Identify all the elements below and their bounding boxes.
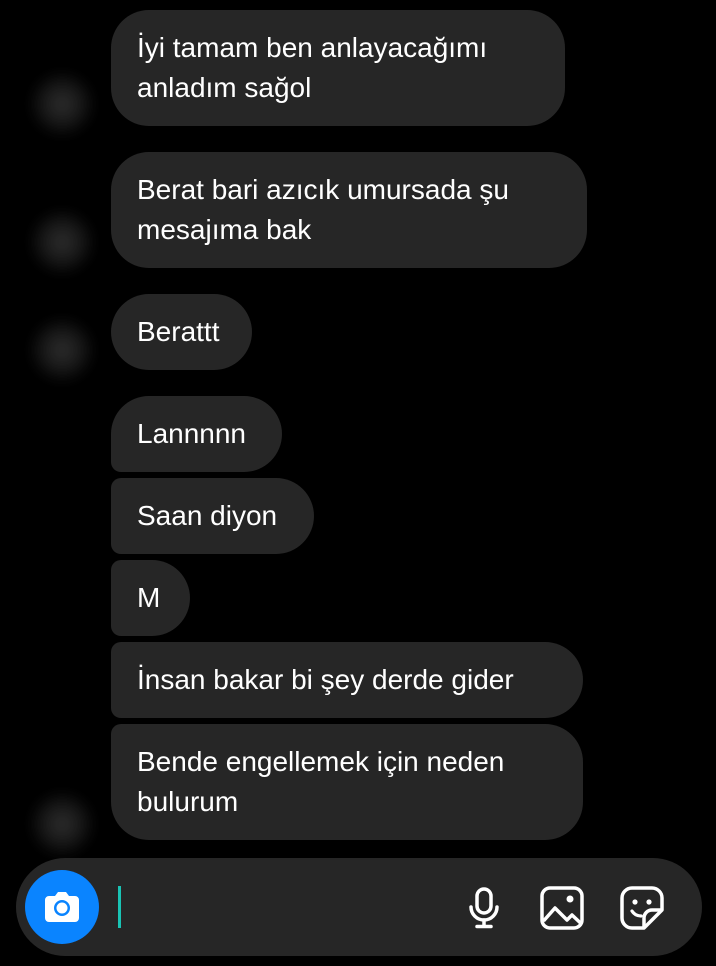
message-text: İyi tamam ben anlayacağımı bbox=[137, 32, 488, 63]
message-text: Berat bari azıcık umursada şu bbox=[137, 174, 509, 205]
sticker-button[interactable] bbox=[616, 882, 668, 934]
sticker-icon bbox=[620, 886, 664, 930]
message-text: Berattt bbox=[137, 316, 220, 347]
message-text: İnsan bakar bi şey derde gider bbox=[137, 664, 514, 695]
message-input[interactable] bbox=[124, 880, 448, 936]
message-bubble[interactable]: İnsan bakar bi şey derde gider bbox=[111, 642, 583, 718]
message-text: anladım sağol bbox=[137, 72, 312, 103]
message-composer bbox=[16, 858, 702, 956]
message-bubble[interactable]: Berat bari azıcık umursada şu mesajıma b… bbox=[111, 152, 587, 268]
message-text: bulurum bbox=[137, 786, 239, 817]
text-caret bbox=[118, 886, 121, 928]
camera-icon bbox=[45, 892, 79, 922]
message-bubble[interactable]: İyi tamam ben anlayacağımı anladım sağol bbox=[111, 10, 565, 126]
message-bubble[interactable]: Lannnnn bbox=[111, 396, 282, 472]
message-text: Saan diyon bbox=[137, 500, 278, 531]
message-bubble[interactable]: Berattt bbox=[111, 294, 252, 370]
message-text: Lannnnn bbox=[137, 418, 247, 449]
gallery-button[interactable] bbox=[536, 882, 588, 934]
avatar bbox=[30, 72, 94, 136]
camera-button[interactable] bbox=[25, 870, 99, 944]
chat-screen: İyi tamam ben anlayacağımı anladım sağol… bbox=[0, 0, 716, 966]
voice-message-button[interactable] bbox=[458, 882, 510, 934]
message-text: Bende engellemek için neden bbox=[137, 746, 505, 777]
avatar bbox=[30, 792, 94, 856]
message-text: M bbox=[137, 582, 161, 613]
message-bubble[interactable]: M bbox=[111, 560, 190, 636]
microphone-icon bbox=[469, 887, 499, 929]
message-bubble[interactable]: Bende engellemek için neden bulurum bbox=[111, 724, 583, 840]
avatar bbox=[30, 318, 94, 382]
image-icon bbox=[540, 886, 584, 930]
message-text: mesajıma bak bbox=[137, 214, 312, 245]
avatar bbox=[30, 210, 94, 274]
message-bubble[interactable]: Saan diyon bbox=[111, 478, 314, 554]
